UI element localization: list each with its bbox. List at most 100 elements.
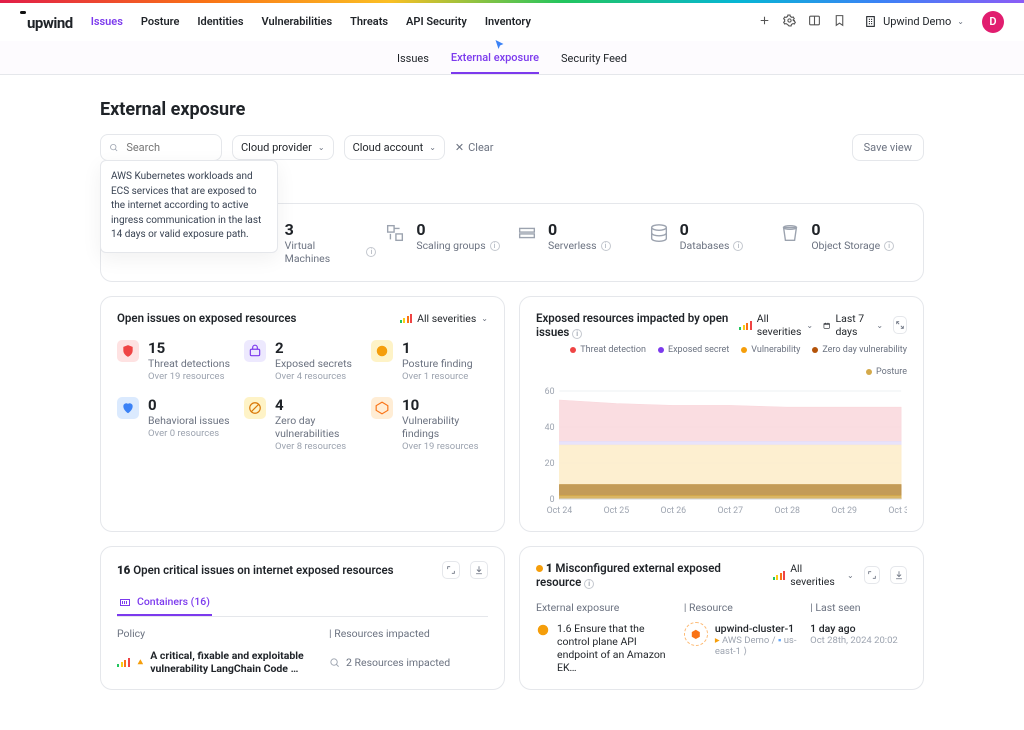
summary-value: 0	[416, 220, 499, 239]
severity-bars-icon	[117, 658, 130, 667]
expand-icon[interactable]	[864, 566, 881, 584]
issue-secret[interactable]: 2Exposed secretsOver 4 resources	[244, 339, 361, 382]
summary-label: Scaling groups	[416, 239, 485, 252]
expand-icon[interactable]	[442, 561, 460, 579]
container-icon	[119, 596, 131, 608]
legend-item[interactable]: Posture	[866, 367, 907, 377]
issue-posture[interactable]: 1Posture findingOver 1 resource	[371, 339, 488, 382]
columns-icon[interactable]	[808, 14, 821, 30]
org-switcher[interactable]: Upwind Demo ⌄	[864, 15, 964, 28]
legend-item[interactable]: Vulnerability	[741, 345, 800, 355]
critical-table-header: Policy | Resources impacted	[117, 627, 488, 640]
issue-label: Posture finding	[402, 357, 473, 370]
nav-inventory[interactable]: Inventory	[485, 15, 531, 28]
resource-meta: ▸ AWS Demo / ▪ us-east-1 ⟩	[715, 635, 802, 657]
svg-text:Oct 30: Oct 30	[888, 506, 907, 516]
severity-filter[interactable]: All severities⌄	[400, 312, 488, 325]
search-icon	[329, 657, 340, 668]
panel-misconfigured: 1 Misconfigured external exposed resourc…	[519, 546, 924, 690]
info-icon[interactable]: i	[572, 329, 582, 339]
search-input[interactable]	[124, 140, 213, 155]
critical-row[interactable]: A critical, fixable and exploitable vuln…	[117, 649, 488, 675]
download-icon[interactable]	[470, 561, 488, 579]
nav-posture[interactable]: Posture	[141, 15, 179, 28]
issue-heart[interactable]: 0Behavioral issuesOver 0 resources	[117, 396, 234, 452]
issue-sub: Over 19 resources	[148, 371, 230, 382]
issue-sub: Over 4 resources	[275, 371, 352, 382]
vuln-icon	[371, 397, 393, 419]
issue-sub: Over 1 resource	[402, 371, 473, 382]
plus-icon[interactable]	[758, 14, 771, 30]
topbar-actions	[758, 14, 846, 30]
time-range-filter[interactable]: Last 7 days⌄	[823, 312, 883, 338]
filters-bar: Cloud provider⌄ Cloud account⌄ ✕Clear Sa…	[100, 134, 924, 161]
issue-count: 0	[148, 396, 230, 414]
filter-cloud-account[interactable]: Cloud account⌄	[344, 135, 445, 160]
issue-label: Exposed secrets	[275, 357, 352, 370]
warning-icon	[137, 656, 144, 668]
download-icon[interactable]	[890, 566, 907, 584]
svg-text:60: 60	[545, 387, 555, 397]
user-avatar[interactable]: D	[982, 11, 1004, 33]
bucket-icon	[779, 222, 801, 244]
calendar-icon	[823, 320, 830, 331]
summary-object-storage[interactable]: 0Object Storagei	[779, 220, 903, 265]
info-icon[interactable]: i	[490, 241, 500, 251]
issue-zero[interactable]: 4Zero day vulnerabilitiesOver 8 resource…	[244, 396, 361, 452]
summary-databases[interactable]: 0Databasesi	[648, 220, 772, 265]
misconfig-row[interactable]: 1.6 Ensure that the control plane API en…	[536, 622, 907, 674]
svg-text:Oct 27: Oct 27	[718, 506, 744, 516]
gear-icon[interactable]	[783, 14, 796, 30]
info-icon[interactable]: i	[366, 247, 376, 257]
severity-filter[interactable]: All severities⌄	[739, 312, 813, 338]
severity-filter[interactable]: All severities⌄	[773, 562, 854, 588]
subnav: Issues External exposure Security Feed	[0, 42, 1024, 74]
nav-api-security[interactable]: API Security	[406, 15, 467, 28]
issue-count: 10	[402, 396, 488, 414]
status-dot-icon	[536, 565, 543, 572]
issue-label: Behavioral issues	[148, 414, 230, 427]
chevron-down-icon: ⌄	[957, 17, 964, 26]
impact-chart[interactable]: 0204060Oct 24Oct 25Oct 26Oct 27Oct 28Oct…	[536, 387, 907, 517]
legend-item[interactable]: Zero day vulnerability	[812, 345, 907, 355]
bookmark-icon[interactable]	[833, 14, 846, 30]
subnav-issues[interactable]: Issues	[397, 44, 429, 73]
issue-vuln[interactable]: 10Vulnerability findingsOver 19 resource…	[371, 396, 488, 452]
chart-legend: Threat detection Exposed secret Vulnerabil…	[536, 345, 907, 377]
serverless-icon	[516, 222, 538, 244]
building-icon	[864, 15, 877, 28]
summary-serverless[interactable]: 0Serverlessi	[516, 220, 640, 265]
misconfig-table-header: External exposure | Resource | Last seen	[536, 601, 907, 614]
org-name: Upwind Demo	[883, 15, 951, 28]
info-icon[interactable]: i	[584, 579, 594, 589]
filter-cloud-provider[interactable]: Cloud provider⌄	[232, 135, 334, 160]
expand-icon[interactable]	[893, 316, 907, 334]
legend-item[interactable]: Exposed secret	[658, 345, 729, 355]
nav-issues[interactable]: Issues	[91, 15, 123, 28]
info-icon[interactable]: i	[884, 241, 894, 251]
nav-identities[interactable]: Identities	[197, 15, 243, 28]
nav-threats[interactable]: Threats	[350, 15, 388, 28]
issue-shield[interactable]: 15Threat detectionsOver 19 resources	[117, 339, 234, 382]
svg-text:Oct 24: Oct 24	[547, 506, 573, 516]
zero-icon	[244, 397, 266, 419]
legend-item[interactable]: Threat detection	[570, 345, 646, 355]
search-input-wrap[interactable]	[100, 134, 222, 161]
subnav-external-exposure[interactable]: External exposure	[451, 43, 539, 74]
save-view-button[interactable]: Save view	[852, 134, 924, 161]
brand-logo[interactable]: upwind	[20, 11, 73, 32]
shield-icon	[117, 340, 139, 362]
info-icon[interactable]: i	[733, 241, 743, 251]
nav-vulnerabilities[interactable]: Vulnerabilities	[261, 15, 332, 28]
chevron-down-icon: ⌄	[318, 143, 325, 152]
info-icon[interactable]: i	[601, 241, 611, 251]
panel-impact-chart: Exposed resources impacted by open issue…	[519, 296, 924, 532]
subnav-security-feed[interactable]: Security Feed	[561, 44, 627, 73]
heart-icon	[117, 397, 139, 419]
svg-text:0: 0	[550, 495, 555, 505]
summary-scaling[interactable]: 0Scaling groups i	[384, 220, 508, 265]
secret-icon	[244, 340, 266, 362]
svg-text:Oct 26: Oct 26	[661, 506, 687, 516]
clear-filters[interactable]: ✕Clear	[455, 141, 494, 154]
tab-containers[interactable]: Containers (16)	[117, 589, 212, 616]
